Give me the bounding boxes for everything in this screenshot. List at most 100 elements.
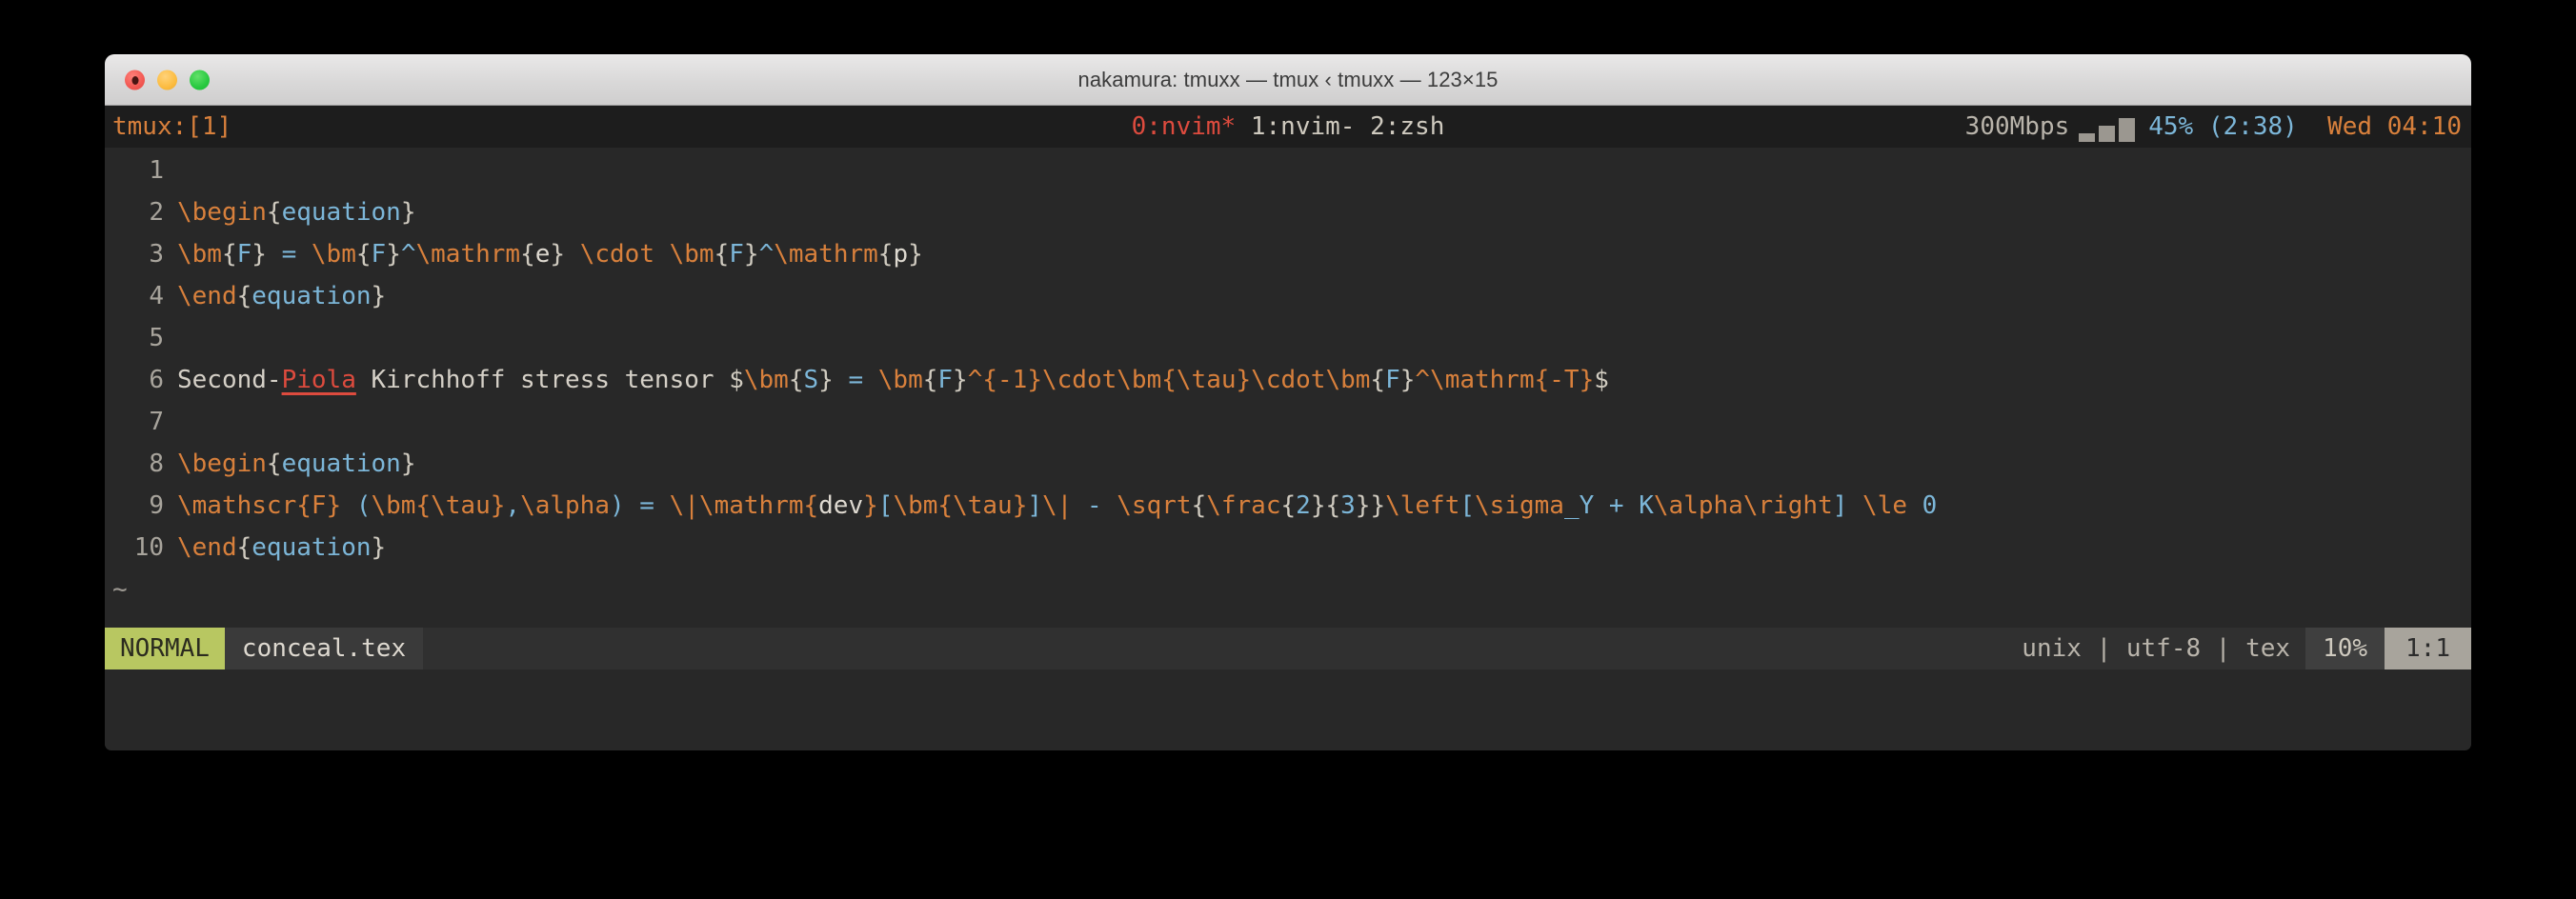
latex-command: \bm	[177, 240, 222, 269]
line-number: 7	[149, 408, 164, 436]
brace-close: }	[386, 240, 401, 269]
symbol-K: K	[1639, 491, 1654, 520]
brace-open: {	[355, 240, 372, 269]
symbol: F	[937, 366, 954, 394]
brace-open: {	[236, 282, 252, 310]
tmux-window-0[interactable]: 0:nvim*	[1132, 112, 1237, 141]
tmux-status-bar[interactable]: tmux:[1] 0:nvim* 1:nvim- 2:zsh 300Mbps 45…	[105, 106, 2471, 148]
subscript: _Y	[1563, 491, 1595, 520]
network-speed-label: 300Mbps	[1964, 112, 2070, 141]
brace-close: }	[1310, 491, 1326, 520]
symbol: F	[729, 240, 744, 269]
latex-command: \mathrm	[415, 240, 521, 269]
latex-command: \bm{	[371, 491, 432, 520]
brace-close: }	[1236, 366, 1252, 394]
math-operator: =	[833, 366, 878, 394]
latex-command: \frac	[1206, 491, 1281, 520]
tilde-marker: ~	[112, 575, 128, 604]
code-line-3[interactable]: 3 \bm{F} = \bm{F}^\mathrm{e} \cdot \bm{F}…	[105, 233, 2471, 275]
brace-open: {	[236, 533, 252, 562]
tmux-window-1[interactable]: 1:nvim-	[1251, 112, 1356, 141]
brace-close: }	[1012, 491, 1028, 520]
statusline-filler	[423, 628, 2007, 669]
window-title: nakamura: tmuxx — tmux ‹ tmuxx — 123×15	[1077, 68, 1499, 91]
terminal-content[interactable]: tmux:[1] 0:nvim* 1:nvim- 2:zsh 300Mbps 45…	[105, 106, 2471, 750]
code-line-10[interactable]: 10 \end{equation}	[105, 527, 2471, 569]
vim-filename: conceal.tex	[224, 628, 424, 669]
titlebar[interactable]: nakamura: tmuxx — tmux ‹ tmuxx — 123×15	[105, 54, 2471, 106]
line-number: 6	[149, 366, 164, 394]
paren-open: (	[355, 491, 372, 520]
brace-open: {	[1280, 491, 1297, 520]
latex-command: \bm	[743, 366, 789, 394]
tmux-window-2[interactable]: 2:zsh	[1370, 112, 1444, 141]
brace-close: }	[743, 240, 759, 269]
symbol: F	[236, 240, 252, 269]
code-line-1[interactable]: 1	[105, 150, 2471, 191]
math-delimiter: $	[729, 366, 744, 394]
code-line-9[interactable]: 9 \mathscr{F} (\bm{\tau},\alpha) = \|\mat…	[105, 485, 2471, 527]
brace-close: }	[400, 450, 416, 478]
brace-close: }	[1355, 491, 1371, 520]
latex-command: \bm	[877, 366, 923, 394]
brace-open: {	[803, 491, 819, 520]
norm-delimiter: \|	[669, 491, 699, 520]
brace-open: {	[877, 240, 894, 269]
brace-close: }	[371, 282, 387, 310]
denominator: 3	[1340, 491, 1356, 520]
minus-operator: -	[1086, 491, 1102, 520]
spell-error-word[interactable]: Piola	[282, 366, 356, 394]
terminal-window[interactable]: nakamura: tmuxx — tmux ‹ tmuxx — 123×15 …	[105, 54, 2471, 750]
latex-command: \cdot	[1041, 366, 1117, 394]
latex-command: \bm{	[893, 491, 954, 520]
brace-open: {	[520, 240, 535, 269]
tmux-window-separator-2	[1355, 112, 1370, 141]
prose-text: Kirchhoff stress tensor	[355, 366, 730, 394]
status-spacer	[2298, 106, 2327, 148]
brace-close: }	[863, 491, 878, 520]
code-line-7[interactable]: 7	[105, 401, 2471, 443]
brace-close: }	[400, 198, 416, 227]
operator-name: dev	[818, 491, 864, 520]
superscript-caret: ^	[758, 240, 775, 269]
code-line-6[interactable]: 6 Second-Piola Kirchhoff stress tensor $\…	[105, 359, 2471, 401]
brace-close: }	[818, 366, 834, 394]
comma: ,	[505, 491, 521, 520]
empty-line-marker: ~	[105, 569, 2471, 610]
brace-open: {	[1325, 491, 1341, 520]
latex-command: \bm	[669, 240, 714, 269]
brace-close: }	[252, 240, 267, 269]
vim-cursor-position: 1:1	[2385, 628, 2471, 669]
code-line-8[interactable]: 8 \begin{equation}	[105, 443, 2471, 485]
brace-close: }	[490, 491, 506, 520]
latex-command: \mathrm	[774, 240, 878, 269]
greek-symbol: \tau	[1176, 366, 1237, 394]
code-line-5[interactable]: 5	[105, 317, 2471, 359]
latex-command: \bm	[1117, 366, 1162, 394]
math-delimiter: $	[1594, 366, 1609, 394]
superscript-group: ^{-1}	[967, 366, 1042, 394]
latex-command: \right	[1742, 491, 1833, 520]
latex-command: \bm	[311, 240, 356, 269]
code-line-2[interactable]: 2 \begin{equation}	[105, 191, 2471, 233]
latex-command: \le	[1862, 491, 1908, 520]
paren-close: )	[609, 491, 625, 520]
vim-statusline[interactable]: NORMAL conceal.tex unix | utf-8 | tex 10…	[105, 628, 2471, 669]
line-number: 10	[133, 533, 164, 562]
editor-buffer[interactable]: 1 2 \begin{equation} 3 \bm{F} = \bm{F}^\ma…	[105, 148, 2471, 669]
symbol: F	[371, 240, 387, 269]
code-line-4[interactable]: 4 \end{equation}	[105, 275, 2471, 317]
clock: Wed 04:10	[2327, 112, 2462, 141]
superscript-text: p	[893, 240, 909, 269]
line-number: 3	[149, 240, 164, 269]
brace-open: {	[1370, 366, 1386, 394]
brace-close: }	[953, 366, 968, 394]
line-number: 5	[149, 324, 164, 352]
superscript-caret: ^	[400, 240, 416, 269]
greek-symbol: \tau	[953, 491, 1013, 520]
bracket-open: [	[877, 491, 894, 520]
